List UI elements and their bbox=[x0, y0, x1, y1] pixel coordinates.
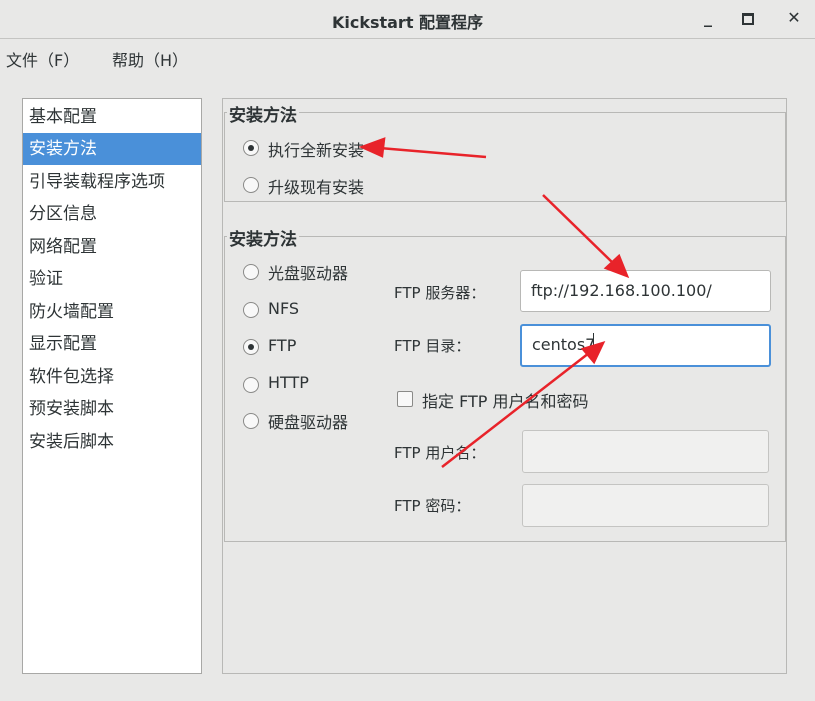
sidebar-item-post-script[interactable]: 安装后脚本 bbox=[23, 426, 201, 458]
sidebar-item-firewall[interactable]: 防火墙配置 bbox=[23, 296, 201, 328]
install-method-title: 安装方法 bbox=[227, 225, 299, 250]
radio-fresh-install-label[interactable]: 执行全新安装 bbox=[268, 137, 364, 161]
sidebar-item-bootloader[interactable]: 引导装载程序选项 bbox=[23, 166, 201, 198]
specify-user-checkbox[interactable] bbox=[397, 391, 413, 407]
ftp-password-label: FTP 密码： bbox=[394, 497, 471, 515]
radio-nfs-label[interactable]: NFS bbox=[268, 299, 299, 318]
ftp-dir-label: FTP 目录： bbox=[394, 337, 471, 355]
ftp-user-input[interactable] bbox=[522, 430, 769, 473]
menu-help[interactable]: 帮助（H） bbox=[112, 47, 188, 71]
ftp-user-label: FTP 用户名： bbox=[394, 444, 486, 462]
ftp-server-input[interactable]: ftp://192.168.100.100/ bbox=[520, 270, 771, 312]
radio-http[interactable] bbox=[243, 377, 259, 393]
radio-nfs[interactable] bbox=[243, 302, 259, 318]
maximize-icon bbox=[742, 12, 754, 25]
specify-user-label[interactable]: 指定 FTP 用户名和密码 bbox=[422, 388, 589, 412]
sidebar-item-basic-config[interactable]: 基本配置 bbox=[23, 101, 201, 133]
sidebar-item-install-method[interactable]: 安装方法 bbox=[23, 133, 201, 165]
ftp-password-input[interactable] bbox=[522, 484, 769, 527]
sidebar-item-auth[interactable]: 验证 bbox=[23, 263, 201, 295]
sidebar-item-display[interactable]: 显示配置 bbox=[23, 328, 201, 360]
menu-bar: 文件（F） 帮助（H） bbox=[0, 39, 815, 73]
radio-ftp-label[interactable]: FTP bbox=[268, 336, 296, 355]
minimize-button[interactable]: _ bbox=[693, 6, 723, 30]
radio-fresh-install[interactable] bbox=[243, 140, 259, 156]
ftp-server-label: FTP 服务器： bbox=[394, 284, 486, 302]
radio-cdrom[interactable] bbox=[243, 264, 259, 280]
sidebar-item-network[interactable]: 网络配置 bbox=[23, 231, 201, 263]
radio-ftp[interactable] bbox=[243, 339, 259, 355]
radio-harddrive[interactable] bbox=[243, 413, 259, 429]
radio-http-label[interactable]: HTTP bbox=[268, 373, 309, 392]
radio-upgrade[interactable] bbox=[243, 177, 259, 193]
radio-cdrom-label[interactable]: 光盘驱动器 bbox=[268, 260, 348, 284]
maximize-button[interactable] bbox=[733, 6, 763, 30]
title-bar: Kickstart 配置程序 _ ✕ bbox=[0, 0, 815, 39]
close-button[interactable]: ✕ bbox=[779, 6, 809, 30]
ftp-dir-input[interactable]: centos7 bbox=[520, 324, 771, 367]
sidebar-item-packages[interactable]: 软件包选择 bbox=[23, 361, 201, 393]
sidebar-item-partition[interactable]: 分区信息 bbox=[23, 198, 201, 230]
text-caret bbox=[593, 333, 594, 355]
radio-harddrive-label[interactable]: 硬盘驱动器 bbox=[268, 409, 348, 433]
radio-upgrade-label[interactable]: 升级现有安装 bbox=[268, 174, 364, 198]
sidebar: 基本配置 安装方法 引导装载程序选项 分区信息 网络配置 验证 防火墙配置 显示… bbox=[22, 98, 202, 674]
sidebar-item-pre-script[interactable]: 预安装脚本 bbox=[23, 393, 201, 425]
menu-file[interactable]: 文件（F） bbox=[6, 47, 79, 71]
install-type-title: 安装方法 bbox=[227, 101, 299, 126]
